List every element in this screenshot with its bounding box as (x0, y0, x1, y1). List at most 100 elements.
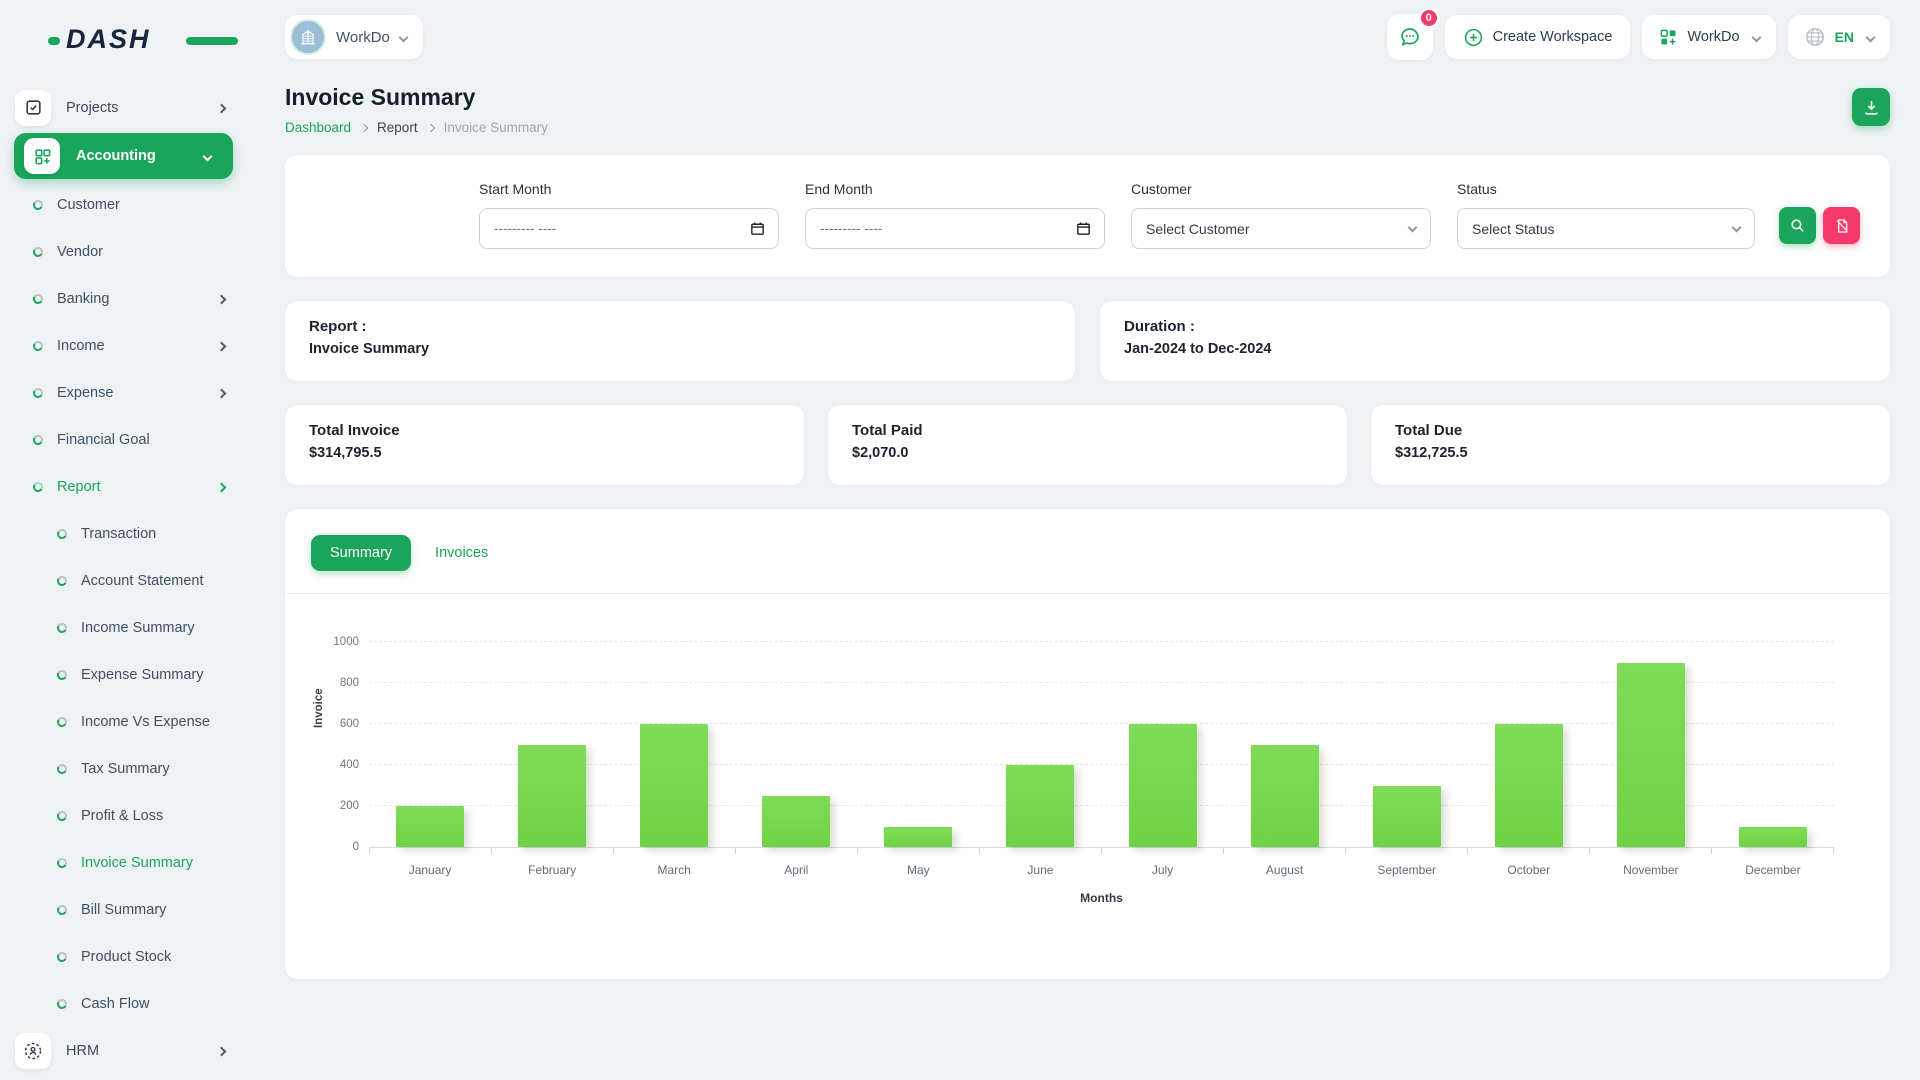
sidebar-item-invoice-summary[interactable]: Invoice Summary (0, 839, 247, 886)
chevron-right-icon (218, 290, 225, 308)
sidebar-item-account-statement[interactable]: Account Statement (0, 557, 247, 604)
checkbox-icon-chip (15, 90, 51, 126)
bar-slot-march (613, 642, 735, 847)
logo-text: DASH (66, 24, 151, 54)
breadcrumb-item[interactable]: Report (377, 120, 418, 135)
total-paid-value: $2,070.0 (852, 445, 1323, 461)
workspace-name: WorkDo (336, 29, 390, 46)
sidebar-item-income-vs-expense[interactable]: Income Vs Expense (0, 698, 247, 745)
bar-november[interactable] (1617, 663, 1685, 848)
sidebar-item-bill-summary[interactable]: Bill Summary (0, 886, 247, 933)
bar-slot-january (369, 642, 491, 847)
sidebar-item-income[interactable]: Income (0, 322, 247, 369)
sidebar-item-label: HRM (66, 1043, 99, 1059)
total-due-card: Total Due$312,725.5 (1371, 405, 1890, 485)
sidebar-item-accounting[interactable]: Accounting (14, 133, 233, 179)
sidebar-item-projects[interactable]: Projects (0, 84, 247, 131)
sidebar-item-label: Accounting (76, 148, 156, 164)
workdo-menu-label: WorkDo (1687, 29, 1739, 45)
sidebar-item-label: Tax Summary (81, 761, 170, 777)
language-selector[interactable]: EN (1788, 15, 1890, 59)
bullet-ring-icon (56, 527, 68, 539)
bar-december[interactable] (1739, 827, 1807, 848)
chevron-right-icon (218, 384, 225, 402)
sidebar-item-banking[interactable]: Banking (0, 275, 247, 322)
sidebar-item-product-stock[interactable]: Product Stock (0, 933, 247, 980)
download-button[interactable] (1852, 88, 1890, 126)
tab-summary[interactable]: Summary (311, 535, 411, 571)
bar-february[interactable] (518, 745, 586, 848)
building-icon (298, 27, 318, 47)
bar-january[interactable] (396, 806, 464, 847)
messages-button[interactable]: 0 (1387, 14, 1433, 60)
customer-select[interactable]: Select Customer (1131, 208, 1431, 249)
reset-filter-button[interactable] (1823, 207, 1860, 244)
total-invoice-card: Total Invoice $314,795.5 (285, 405, 804, 485)
bar-may[interactable] (884, 827, 952, 848)
bar-april[interactable] (762, 796, 830, 847)
total-invoice-value: $314,795.5 (309, 445, 780, 461)
tab-invoices[interactable]: Invoices (435, 545, 488, 561)
sidebar-item-customer[interactable]: Customer (0, 181, 247, 228)
x-tick-label: September (1346, 863, 1468, 877)
grid-plus-icon (1658, 27, 1678, 47)
invoice-bar-chart: Invoice 02004006008001000 JanuaryFebruar… (311, 642, 1864, 905)
sidebar-item-profit-loss[interactable]: Profit & Loss (0, 792, 247, 839)
duration-value: Jan-2024 to Dec-2024 (1124, 341, 1866, 357)
grid-plus-icon (33, 147, 52, 166)
bar-august[interactable] (1251, 745, 1319, 848)
bar-march[interactable] (640, 724, 708, 847)
calendar-icon[interactable] (1075, 220, 1092, 242)
app-root: DASH Projects Accounting Customer Vendor Ban… (0, 0, 1920, 1080)
dash-logo[interactable]: DASH (66, 24, 216, 58)
customer-select-value: Select Customer (1146, 221, 1249, 237)
y-tick-label: 200 (340, 800, 359, 812)
total-due-value: $312,725.5 (1395, 445, 1866, 461)
status-select[interactable]: Select Status (1457, 208, 1755, 249)
total-invoice-label: Total Invoice (309, 422, 780, 439)
bullet-ring-icon (56, 762, 68, 774)
sidebar-item-expense-summary[interactable]: Expense Summary (0, 651, 247, 698)
sidebar-item-expense[interactable]: Expense (0, 369, 247, 416)
sidebar-item-hrm[interactable]: HRM (0, 1027, 247, 1074)
sidebar-item-vendor[interactable]: Vendor (0, 228, 247, 275)
x-tick-label: January (369, 863, 491, 877)
breadcrumb-item[interactable]: Dashboard (285, 120, 351, 135)
bar-july[interactable] (1129, 724, 1197, 847)
bar-october[interactable] (1495, 724, 1563, 847)
search-button[interactable] (1779, 207, 1816, 244)
x-tick-mark (1833, 848, 1834, 854)
sidebar-item-report[interactable]: Report (0, 463, 247, 510)
bullet-ring-icon (32, 480, 44, 492)
end-month-input[interactable] (820, 221, 1066, 236)
start-month-input[interactable] (494, 221, 740, 236)
download-icon (1862, 98, 1881, 117)
workdo-menu-button[interactable]: WorkDo (1642, 15, 1775, 59)
bar-september[interactable] (1373, 786, 1441, 848)
sidebar-item-label: Customer (57, 197, 120, 213)
sidebar-item-label: Banking (57, 291, 109, 307)
bar-june[interactable] (1006, 765, 1074, 847)
sidebar-item-tax-summary[interactable]: Tax Summary (0, 745, 247, 792)
sidebar-item-transaction[interactable]: Transaction (0, 510, 247, 557)
sidebar-item-cash-flow[interactable]: Cash Flow (0, 980, 247, 1027)
chart-plot-area: 02004006008001000 (369, 642, 1834, 847)
status-label: Status (1457, 181, 1755, 197)
y-tick-label: 800 (340, 677, 359, 689)
bullet-ring-icon (56, 668, 68, 680)
workspace-selector[interactable]: WorkDo (285, 15, 423, 59)
page-title: Invoice Summary (285, 84, 548, 111)
bullet-ring-icon (56, 856, 68, 868)
create-workspace-button[interactable]: Create Workspace (1445, 15, 1631, 59)
end-month-field: End Month (805, 181, 1105, 249)
sidebar-item-label: Vendor (57, 244, 103, 260)
calendar-icon[interactable] (749, 220, 766, 242)
report-card: Report : Invoice Summary (285, 301, 1075, 381)
top-bar: WorkDo 0 Create Workspace (285, 8, 1890, 66)
bars-container (369, 642, 1834, 847)
bar-slot-october (1468, 642, 1590, 847)
bullet-ring-icon (32, 339, 44, 351)
sidebar-item-income-summary[interactable]: Income Summary (0, 604, 247, 651)
duration-card: Duration : Jan-2024 to Dec-2024 (1100, 301, 1890, 381)
sidebar-item-financial-goal[interactable]: Financial Goal (0, 416, 247, 463)
